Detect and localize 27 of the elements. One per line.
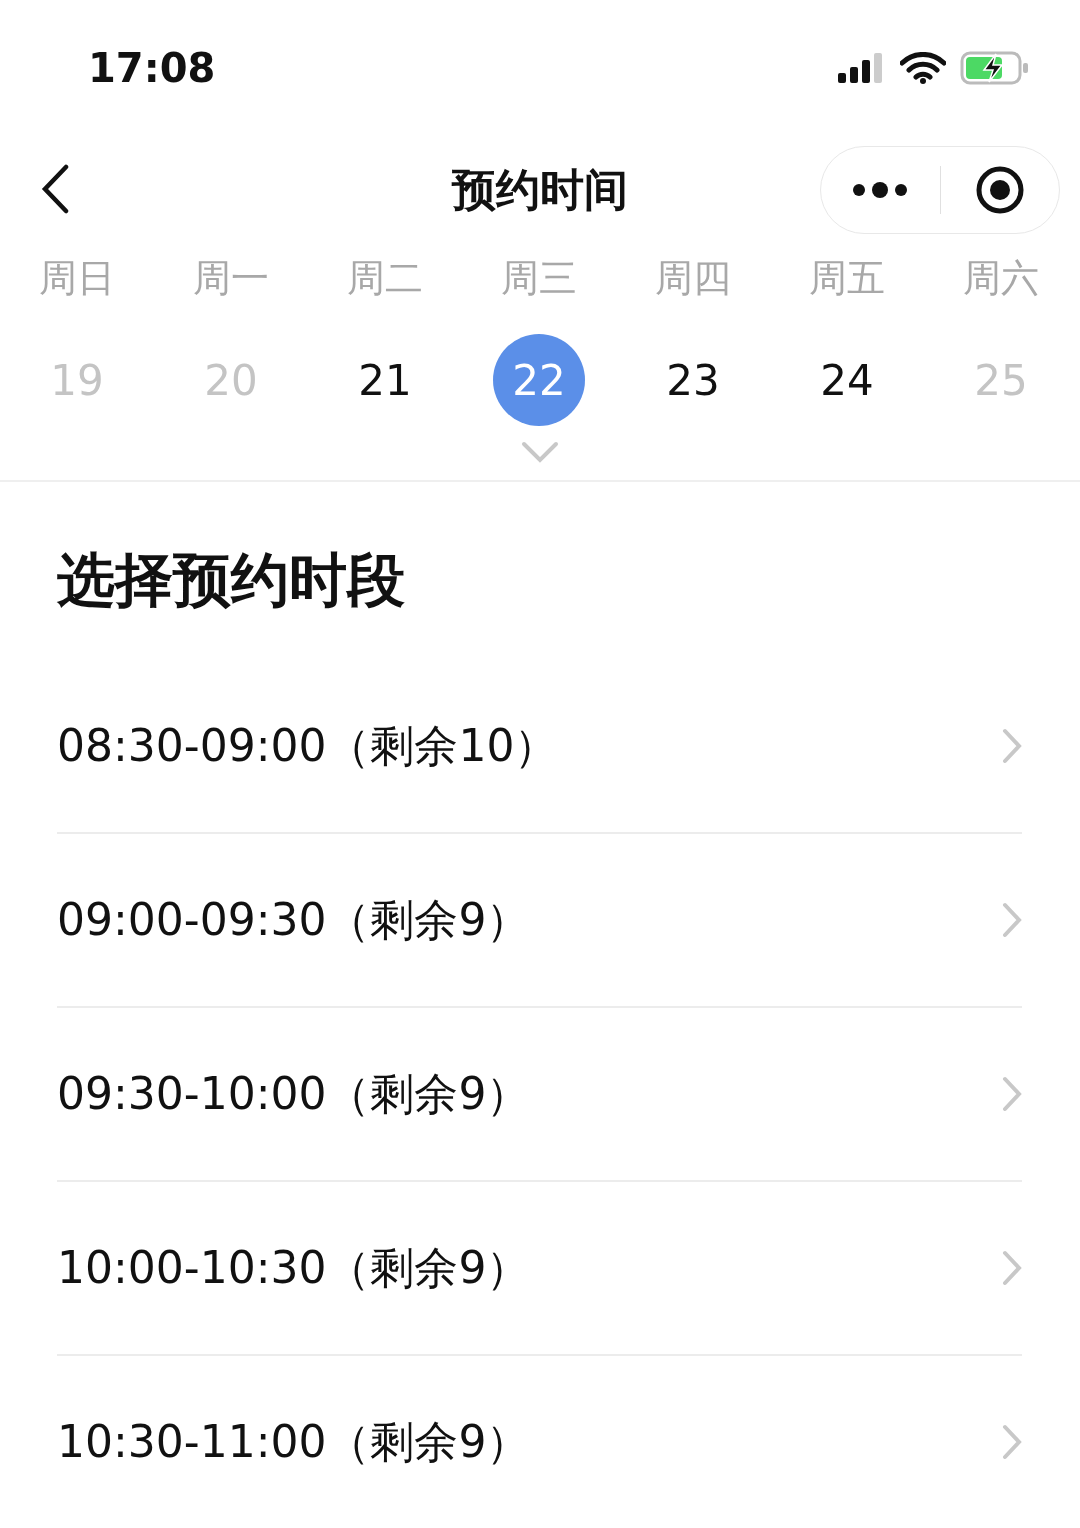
weekday-label: 周日 — [39, 255, 115, 302]
date-button[interactable]: 23 — [647, 334, 739, 426]
time-slot-item[interactable]: 08:30-09:00（剩余10） — [57, 716, 1002, 776]
weekday-label: 周五 — [809, 255, 885, 302]
page-title: 预约时间 — [452, 162, 628, 217]
wifi-icon — [900, 51, 946, 84]
chevron-right-icon — [1002, 728, 1022, 764]
weekday-label: 周一 — [193, 255, 269, 302]
weekday-label: 周六 — [963, 255, 1039, 302]
chevron-right-icon — [1002, 902, 1022, 938]
chevron-right-icon — [1002, 1250, 1022, 1286]
weekday-label: 周三 — [501, 255, 577, 302]
time-slot-item[interactable]: 10:00-10:30（剩余9） — [57, 1238, 1002, 1298]
section-title: 选择预约时段 — [57, 545, 406, 616]
date-button[interactable]: 24 — [801, 334, 893, 426]
weekday-label: 周二 — [347, 255, 423, 302]
more-icon — [853, 182, 908, 198]
chevron-right-icon — [1002, 1424, 1022, 1460]
weekday-label: 周四 — [655, 255, 731, 302]
time-slot-item[interactable]: 09:00-09:30（剩余9） — [57, 890, 1002, 950]
time-slot-item[interactable]: 10:30-11:00（剩余9） — [57, 1412, 1002, 1472]
date-button[interactable]: 21 — [339, 334, 431, 426]
chevron-right-icon — [1002, 1076, 1022, 1112]
status-time: 17:08 — [88, 44, 216, 91]
back-icon — [40, 164, 70, 214]
target-icon — [974, 165, 1025, 215]
time-slot-item[interactable]: 09:30-10:00（剩余9） — [57, 1064, 1002, 1124]
